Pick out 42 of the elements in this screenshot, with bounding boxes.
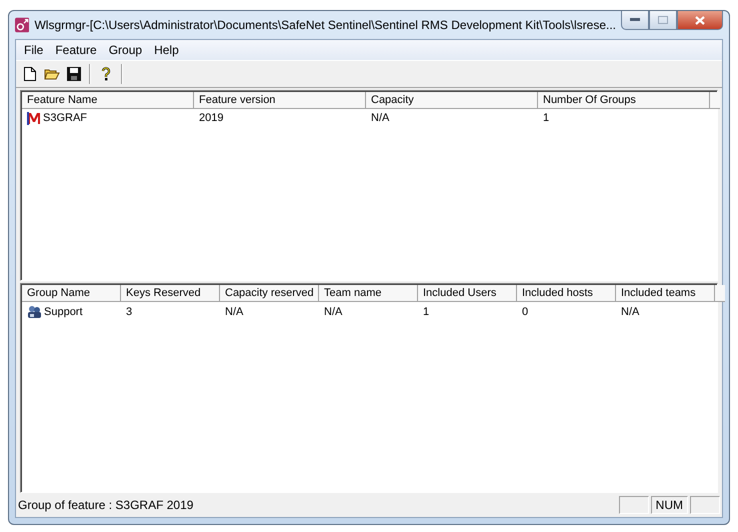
table-cell: N/A	[371, 112, 390, 124]
column-header[interactable]: Included Users	[418, 285, 517, 302]
table-cell: Support	[44, 306, 83, 318]
status-indicator: NUM	[650, 496, 688, 514]
column-header[interactable]: Keys Reserved	[121, 285, 220, 302]
window-title: Wlsgrmgr-[C:\Users\Administrator\Documents\SafeNet Sentinel\Sentinel RMS Development Kit\Tools\lsrese...	[34, 18, 616, 32]
group-icon	[27, 304, 42, 319]
menu-item[interactable]: Group	[102, 42, 148, 57]
table-cell: S3GRAF	[43, 112, 88, 124]
table-cell: 3	[126, 306, 132, 318]
status-text: Group of feature : S3GRAF 2019	[18, 498, 194, 512]
status-pane	[618, 496, 649, 514]
column-header[interactable]: Capacity reserved	[220, 285, 319, 302]
maximize-icon	[658, 16, 668, 24]
close-button[interactable]	[677, 11, 723, 30]
close-icon	[695, 16, 705, 24]
m-logo-icon	[27, 112, 41, 124]
minimize-icon	[630, 18, 640, 22]
menu-item[interactable]: Help	[148, 42, 185, 57]
column-header[interactable]: Group Name	[22, 285, 121, 302]
table-cell: N/A	[225, 306, 244, 318]
column-header[interactable]: Number Of Groups	[538, 92, 710, 108]
column-header[interactable]: Included hosts	[517, 285, 616, 302]
status-pane	[690, 496, 720, 514]
table-cell: N/A	[324, 306, 342, 318]
column-header[interactable]: Feature Name	[22, 92, 194, 108]
table-cell: 1	[423, 306, 430, 318]
table-cell: N/A	[621, 306, 640, 318]
table-cell: 1	[543, 112, 550, 124]
list-row[interactable]: Support 3 N/A N/A 1 0 N/A	[22, 303, 716, 320]
maximize-button[interactable]	[649, 11, 677, 30]
minimize-button[interactable]	[621, 11, 649, 30]
table-cell: 2019	[199, 112, 224, 124]
column-header[interactable]: Included teams	[616, 285, 715, 302]
column-header[interactable]: Feature version	[194, 92, 366, 108]
app-icon	[15, 17, 30, 33]
menu-item[interactable]: File	[18, 42, 50, 57]
table-cell: 0	[522, 306, 528, 318]
column-header[interactable]: Team name	[319, 285, 418, 302]
column-header[interactable]: Capacity	[366, 92, 538, 108]
list-row[interactable]: S3GRAF 2019 N/A 1	[22, 110, 716, 126]
menu-item[interactable]: Feature	[49, 42, 103, 57]
